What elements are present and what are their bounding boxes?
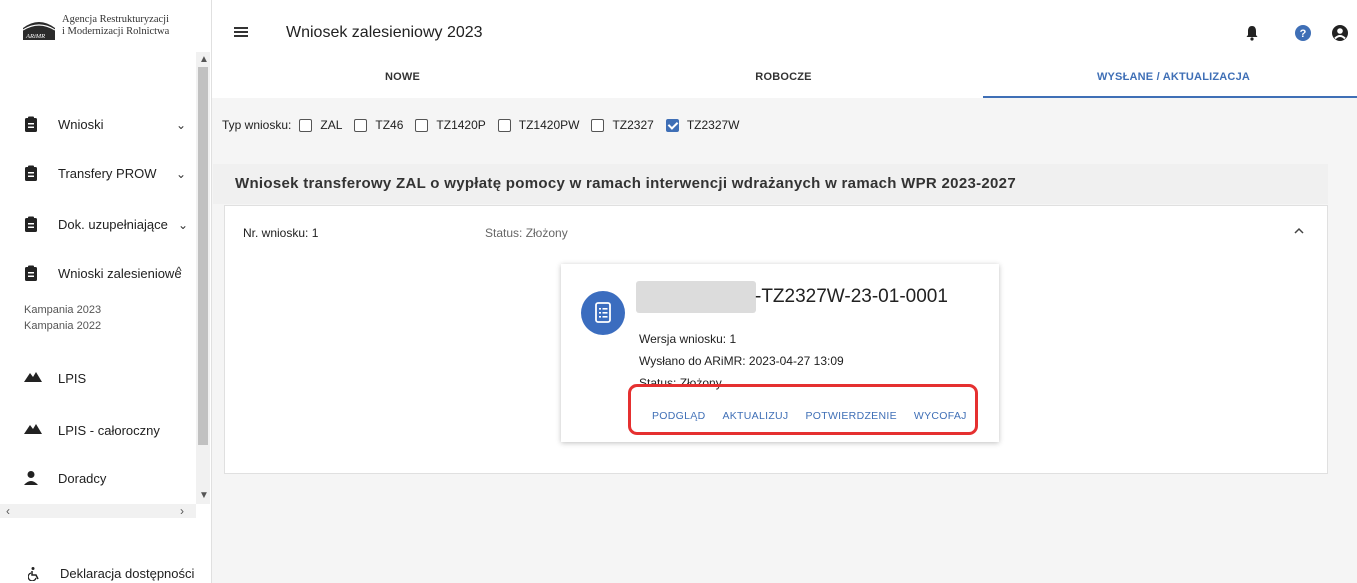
chevron-down-icon[interactable]: ⌄	[176, 118, 186, 132]
accessibility-declaration-label: Deklaracja dostępności	[60, 566, 195, 581]
sidebar-item-lpis[interactable]: LPIS	[24, 370, 86, 386]
application-number: Nr. wniosku: 1	[243, 226, 319, 240]
logo: ARiMR Agencja Restrukturyzacji i Moderni…	[22, 14, 169, 40]
checkbox-tz1420pw[interactable]: TZ1420PW	[497, 118, 579, 132]
sidebar-item-label: Wnioski zalesieniowe	[58, 265, 182, 281]
menu-icon[interactable]	[234, 27, 248, 37]
clipboard-icon	[24, 265, 38, 281]
application-sent-date: Wysłano do ARiMR: 2023-04-27 13:09	[639, 354, 844, 368]
actions-highlight	[628, 384, 978, 435]
bell-icon[interactable]	[1243, 24, 1261, 42]
section-title: Wniosek transferowy ZAL o wypłatę pomocy…	[213, 164, 1328, 204]
clipboard-icon	[24, 216, 38, 232]
clipboard-icon	[24, 116, 38, 132]
document-icon	[581, 291, 625, 335]
scroll-right-icon[interactable]: ›	[180, 504, 184, 518]
accessibility-icon	[27, 566, 40, 581]
scroll-down-icon[interactable]: ▼	[199, 490, 209, 501]
sidebar-item-wnioski-zalesieniowe[interactable]: Wnioski zalesieniowe	[24, 265, 182, 281]
scroll-left-icon[interactable]: ‹	[6, 504, 10, 518]
help-icon[interactable]: ?	[1294, 24, 1312, 42]
application-version: Wersja wniosku: 1	[639, 332, 737, 346]
chevron-down-icon[interactable]: ⌄	[178, 218, 188, 232]
sidebar-item-label: LPIS	[58, 370, 87, 386]
svg-text:ARiMR: ARiMR	[25, 33, 45, 40]
clipboard-icon	[24, 165, 38, 181]
logo-line-2: i Modernizacji Rolnictwa	[62, 26, 170, 37]
sidebar-scroll-thumb[interactable]	[198, 67, 208, 445]
sidebar-item-transfery[interactable]: Transfery PROW	[24, 165, 156, 181]
arimr-logo-icon: ARiMR	[22, 14, 56, 40]
filter-label: Typ wniosku:	[222, 118, 292, 132]
sidebar-item-lpis-caloroczny[interactable]: LPIS - całoroczny	[24, 422, 160, 438]
application-id: -TZ2327W-23-01-0001	[755, 286, 948, 307]
sidebar-item-label: Transfery PROW	[58, 165, 157, 181]
sidebar-item-doradcy[interactable]: Doradcy	[24, 470, 106, 486]
tab-robocze[interactable]: ROBOCZE	[593, 64, 974, 98]
application-status: Status: Złożony	[485, 226, 568, 240]
sidebar-item-label: Dok. uzupełniające	[58, 216, 168, 232]
sidebar-hscrollbar[interactable]	[0, 504, 196, 518]
tab-wyslane-aktualizacja[interactable]: WYSŁANE / AKTUALIZACJA	[983, 64, 1357, 98]
chevron-down-icon[interactable]: ⌄	[176, 167, 186, 181]
chevron-up-icon[interactable]	[1293, 224, 1305, 238]
checkbox-tz46[interactable]: TZ46	[354, 118, 403, 132]
mountain-icon	[24, 370, 42, 386]
mountain-icon	[24, 422, 42, 438]
sidebar-item-wnioski[interactable]: Wnioski	[24, 116, 104, 132]
app-header: Wniosek zalesieniowy 2023 ? NOWE ROBOCZE…	[212, 0, 1357, 98]
person-icon	[24, 470, 38, 486]
svg-text:?: ?	[1300, 28, 1307, 40]
tab-nowe[interactable]: NOWE	[212, 64, 593, 98]
page-title: Wniosek zalesieniowy 2023	[286, 24, 483, 41]
sidebar: ARiMR Agencja Restrukturyzacji i Moderni…	[0, 0, 212, 583]
tabs: NOWE ROBOCZE WYSŁANE / AKTUALIZACJA	[212, 64, 1357, 98]
sidebar-subitem-kampania-2023[interactable]: Kampania 2023	[24, 304, 101, 316]
sidebar-item-label: LPIS - całoroczny	[58, 422, 160, 438]
sidebar-item-dok-uzupelniajace[interactable]: Dok. uzupełniające	[24, 216, 168, 232]
sidebar-item-label: Doradcy	[58, 470, 107, 486]
checkbox-tz2327[interactable]: TZ2327	[591, 118, 654, 132]
logo-line-1: Agencja Restrukturyzacji	[62, 14, 169, 25]
main-content: Typ wniosku: ZAL TZ46 TZ1420P TZ1420PW T…	[212, 98, 1357, 583]
sidebar-item-label: Wnioski	[58, 116, 104, 132]
check-icon[interactable]	[665, 118, 679, 132]
chevron-up-icon[interactable]: ^	[176, 264, 182, 278]
checkbox-zal[interactable]: ZAL	[299, 118, 342, 132]
scroll-up-icon[interactable]: ▲	[199, 54, 209, 65]
type-filter: Typ wniosku: ZAL TZ46 TZ1420P TZ1420PW T…	[222, 118, 752, 132]
redacted-id	[636, 281, 756, 313]
accessibility-declaration-link[interactable]: Deklaracja dostępności	[27, 566, 195, 581]
checkbox-tz2327w[interactable]: TZ2327W	[665, 118, 740, 132]
sidebar-subitem-kampania-2022[interactable]: Kampania 2022	[24, 320, 101, 332]
account-icon[interactable]	[1331, 24, 1349, 42]
checkbox-tz1420p[interactable]: TZ1420P	[415, 118, 486, 132]
